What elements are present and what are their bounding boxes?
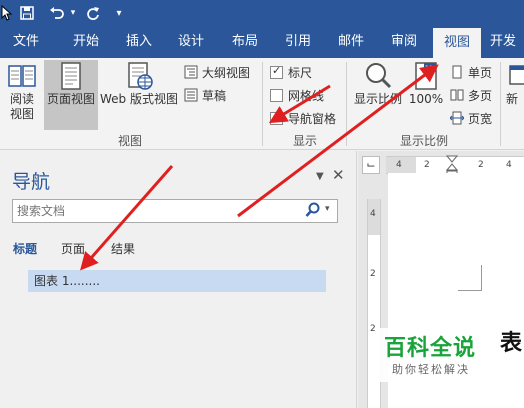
read-mode-label: 阅读 视图	[9, 92, 34, 121]
pane-options-icon[interactable]: ▼	[316, 171, 324, 182]
watermark-logo: 百科全说 助你轻松解决	[378, 328, 490, 382]
outline-icon	[184, 65, 198, 79]
ruler-number: 4	[396, 160, 402, 170]
tab-layout[interactable]: 布局	[222, 26, 268, 58]
group-separator	[346, 62, 347, 146]
nav-heading-item[interactable]: 图表 1........	[28, 270, 326, 292]
ruler-number: 2	[370, 269, 376, 279]
new-window-label: 新	[506, 92, 519, 106]
ruler-number: 4	[506, 160, 512, 170]
group-separator	[262, 62, 263, 146]
tab-home[interactable]: 开始	[62, 26, 110, 58]
zoom-group-label: 显示比例	[399, 134, 448, 148]
new-window-button[interactable]: 新	[506, 60, 524, 130]
customize-qat-icon[interactable]: ▾	[112, 0, 126, 26]
page-width-label: 页宽	[468, 111, 493, 126]
print-layout-label: 页面视图	[46, 92, 95, 106]
nav-tab-results[interactable]: 结果	[111, 240, 135, 257]
tab-developer[interactable]: 开发	[490, 26, 524, 58]
group-separator	[500, 62, 501, 146]
navigation-pane-label: 导航窗格	[288, 111, 337, 126]
tab-insert[interactable]: 插入	[116, 26, 162, 58]
zoom-100-button[interactable]: 100 100%	[408, 60, 444, 130]
one-page-label: 单页	[468, 65, 493, 80]
word-window: ▾ ▾ 文件 开始 插入 设计 布局 引用 邮件 审阅 视图 开发 阅读 视图 …	[0, 0, 524, 408]
save-icon[interactable]	[16, 0, 38, 26]
watermark-subtitle: 助你轻松解决	[392, 363, 470, 376]
zoom-label: 显示比例	[353, 92, 402, 106]
draft-icon	[184, 88, 198, 102]
search-box: ▾	[12, 199, 338, 223]
gridlines-label: 网格线	[288, 88, 325, 103]
watermark-title: 百科全说	[384, 336, 477, 361]
one-page-button[interactable]: 单页	[450, 62, 492, 82]
tab-review[interactable]: 审阅	[381, 26, 427, 58]
ribbon-tabs: 文件 开始 插入 设计 布局 引用 邮件 审阅 视图 开发	[0, 26, 524, 58]
redo-icon[interactable]	[82, 0, 104, 26]
zoom-button[interactable]: 显示比例	[350, 60, 406, 130]
read-mode-button[interactable]: 阅读 视图	[2, 60, 42, 130]
web-layout-label: Web 版式视图	[100, 92, 178, 106]
tab-design[interactable]: 设计	[168, 26, 214, 58]
ruler-number: 2	[370, 324, 376, 334]
nav-tab-headings[interactable]: 标题	[13, 240, 37, 257]
close-icon[interactable]: ✕	[332, 166, 345, 184]
ruler-checkbox[interactable]: 标尺	[270, 62, 312, 82]
zoom-magnifier-icon	[366, 63, 392, 89]
print-layout-button[interactable]: 页面视图	[44, 60, 98, 130]
navigation-title: 导航	[12, 171, 51, 193]
read-mode-icon	[8, 65, 36, 87]
ribbon-view: 阅读 视图 页面视图 Web 版式视图 大纲视图 草稿 视图 标尺 网格线	[0, 58, 524, 150]
tab-file[interactable]: 文件	[4, 26, 48, 58]
tab-mailings[interactable]: 邮件	[328, 26, 374, 58]
outline-button[interactable]: 大纲视图	[184, 62, 250, 82]
web-layout-icon	[128, 62, 153, 90]
zoom-100-icon: 100	[415, 62, 437, 90]
ruler-check-icon	[270, 64, 283, 79]
zoom-100-icon-text: 100	[425, 65, 437, 72]
page-width-icon	[450, 111, 464, 125]
draft-button[interactable]: 草稿	[184, 85, 226, 105]
tab-view[interactable]: 视图	[433, 28, 481, 58]
search-icon[interactable]	[305, 202, 321, 222]
ruler-label: 标尺	[288, 65, 313, 80]
cursor-icon	[0, 0, 14, 26]
ruler-number: 2	[424, 160, 430, 170]
tab-references[interactable]: 引用	[275, 26, 321, 58]
web-layout-button[interactable]: Web 版式视图	[98, 60, 180, 130]
undo-icon[interactable]	[46, 0, 68, 26]
search-input[interactable]	[17, 202, 302, 220]
outline-label: 大纲视图	[202, 65, 251, 80]
search-dropdown-icon[interactable]: ▾	[325, 204, 330, 214]
draft-label: 草稿	[202, 88, 227, 103]
multiple-pages-label: 多页	[468, 88, 493, 103]
show-group-label: 显示	[292, 134, 317, 148]
navigation-pane: 导航 ▼ ✕ ▾ 标题 页面 结果 图表 1........	[0, 151, 357, 408]
navigation-pane-checkbox[interactable]: 导航窗格	[270, 108, 336, 128]
ruler-number: 4	[370, 209, 376, 219]
gridlines-check-icon	[270, 88, 283, 102]
zoom-100-label: 100%	[408, 92, 444, 106]
new-window-icon	[509, 65, 524, 85]
multiple-pages-icon	[450, 89, 464, 101]
ruler-number: 2	[478, 160, 484, 170]
views-group-label: 视图	[117, 134, 142, 148]
one-page-icon	[452, 65, 462, 79]
multiple-pages-button[interactable]: 多页	[450, 85, 492, 105]
undo-dropdown-icon[interactable]: ▾	[68, 0, 78, 26]
quick-access-toolbar: ▾ ▾	[0, 0, 524, 26]
page-width-button[interactable]: 页宽	[450, 108, 492, 128]
print-layout-icon	[61, 62, 81, 90]
gridlines-checkbox[interactable]: 网格线	[270, 85, 324, 105]
navigation-pane-check-icon	[270, 110, 283, 125]
margin-corner-mark	[458, 265, 482, 291]
nav-tab-pages[interactable]: 页面	[61, 240, 85, 257]
horizontal-ruler[interactable]: 4 2 2 4	[386, 155, 524, 177]
tab-selector[interactable]: ⌙	[362, 156, 380, 174]
document-text: 表	[499, 331, 522, 356]
